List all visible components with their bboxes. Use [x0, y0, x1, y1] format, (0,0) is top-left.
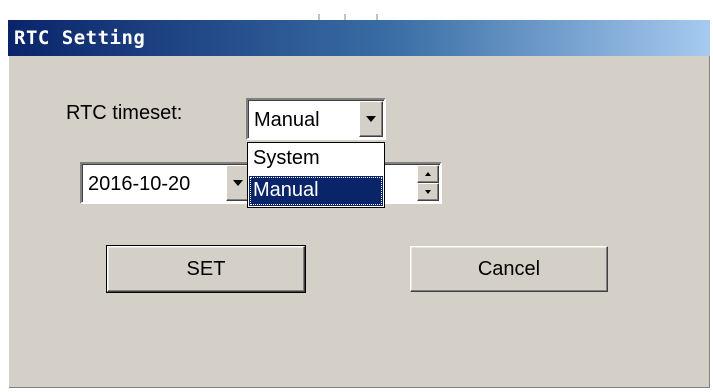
spin-up-icon: [425, 172, 431, 176]
dropdown-option-manual[interactable]: Manual: [249, 176, 383, 206]
rtc-setting-dialog: RTC Setting RTC timeset: Manual 2016-10-…: [8, 14, 710, 388]
rtc-timeset-value: Manual: [254, 109, 320, 131]
chevron-down-icon: [233, 180, 243, 186]
rtc-timeset-label: RTC timeset:: [66, 102, 183, 124]
rtc-timeset-dropdown-button[interactable]: [359, 101, 383, 137]
time-spin-down-button[interactable]: [417, 183, 439, 201]
date-value: 2016-10-20: [88, 173, 191, 195]
spin-down-icon: [425, 190, 431, 194]
title-bar[interactable]: RTC Setting: [8, 20, 710, 56]
rtc-timeset-dropdown-list: System Manual: [247, 142, 385, 208]
cancel-button[interactable]: Cancel: [410, 246, 608, 292]
rtc-timeset-combobox[interactable]: Manual: [246, 98, 386, 140]
window-title: RTC Setting: [14, 27, 146, 49]
set-button[interactable]: SET: [106, 245, 306, 293]
time-spin-up-button[interactable]: [417, 165, 439, 183]
dropdown-option-system[interactable]: System: [249, 144, 383, 174]
chevron-down-icon: [366, 116, 376, 122]
